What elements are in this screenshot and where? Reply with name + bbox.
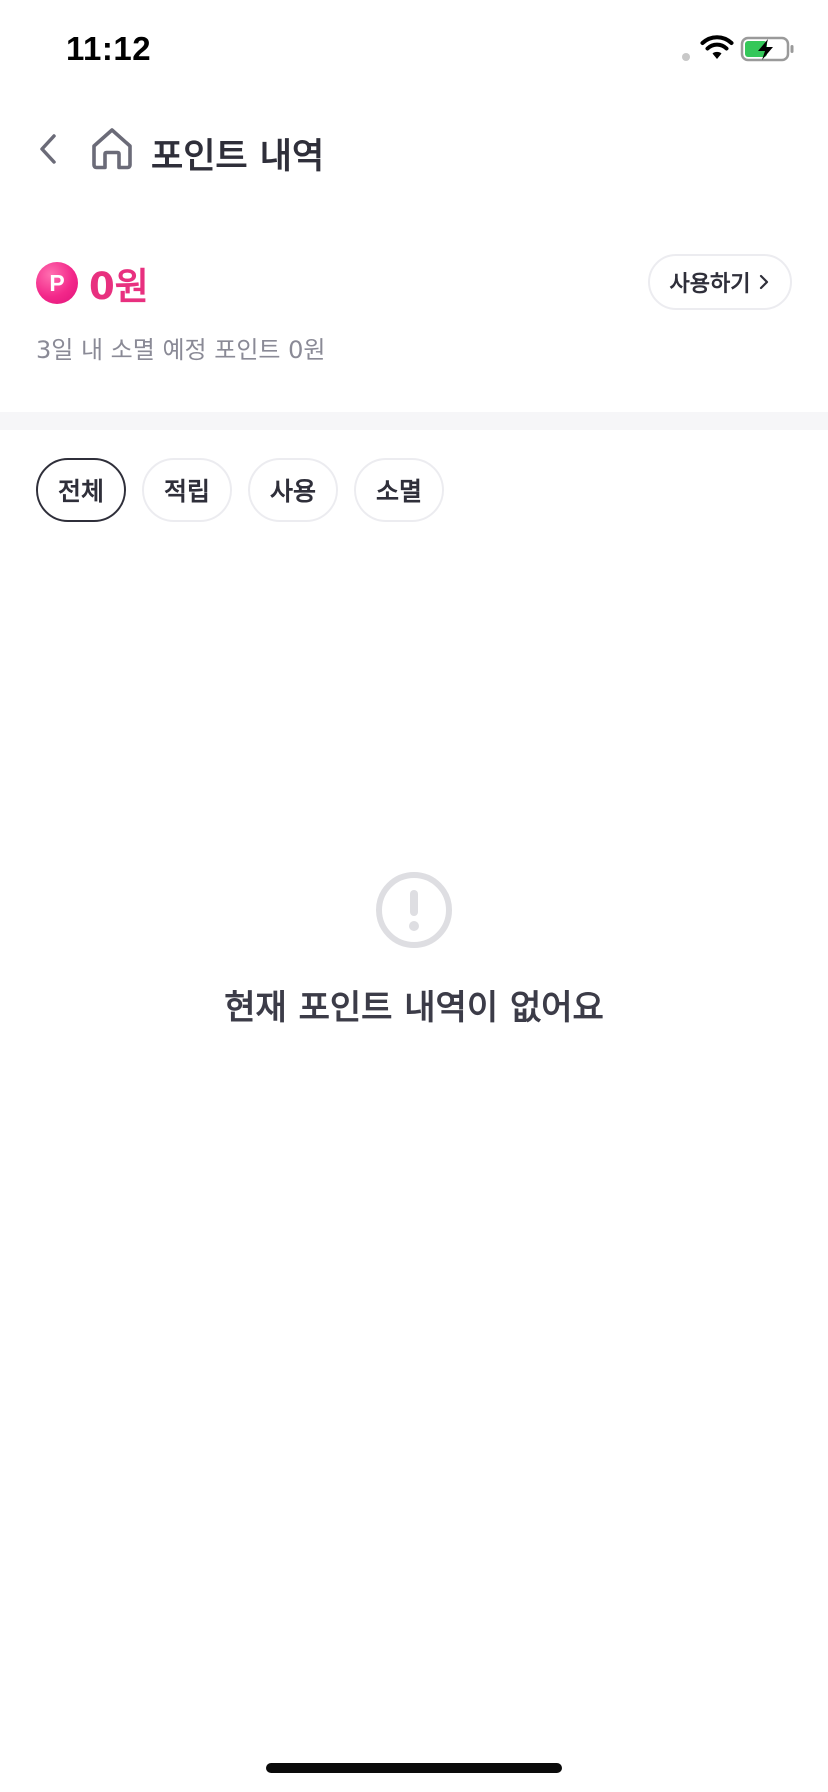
chevron-right-icon [760,274,769,290]
battery-charging-icon [740,36,794,62]
status-bar: 11:12 [0,0,828,100]
empty-state: 현재 포인트 내역이 없어요 [0,870,828,1029]
home-button[interactable] [86,122,138,174]
filter-chip-used[interactable]: 사용 [248,458,338,522]
wifi-icon [700,35,734,59]
status-time: 11:12 [66,30,152,67]
point-badge-letter: P [49,269,65,296]
empty-state-message: 현재 포인트 내역이 없어요 [224,988,604,1028]
back-button[interactable] [26,126,72,172]
use-points-button-label: 사용하기 [669,272,751,297]
point-balance: 0원 [89,265,149,308]
point-history-screen: 11:12 포인트 내역 P 0원 사용하기 3일 내 소멸 예정 포인트 0원… [0,0,828,1792]
section-divider [0,412,828,430]
filter-chip-earned[interactable]: 적립 [142,458,232,522]
page-title: 포인트 내역 [151,137,325,177]
expiring-points-text: 3일 내 소멸 예정 포인트 0원 [36,336,326,364]
chevron-left-icon [40,134,56,164]
points-summary: P 0원 사용하기 3일 내 소멸 예정 포인트 0원 [0,236,828,412]
point-badge-icon: P [36,262,78,304]
home-indicator [266,1763,562,1773]
app-header: 포인트 내역 [0,110,828,190]
signal-dot-icon [682,53,690,61]
filter-chip-expired[interactable]: 소멸 [354,458,444,522]
alert-circle-icon [376,872,452,948]
use-points-button[interactable]: 사용하기 [648,254,792,310]
filter-chip-all[interactable]: 전체 [36,458,126,522]
home-icon [92,128,132,170]
filter-chips: 전체 적립 사용 소멸 [36,458,444,522]
